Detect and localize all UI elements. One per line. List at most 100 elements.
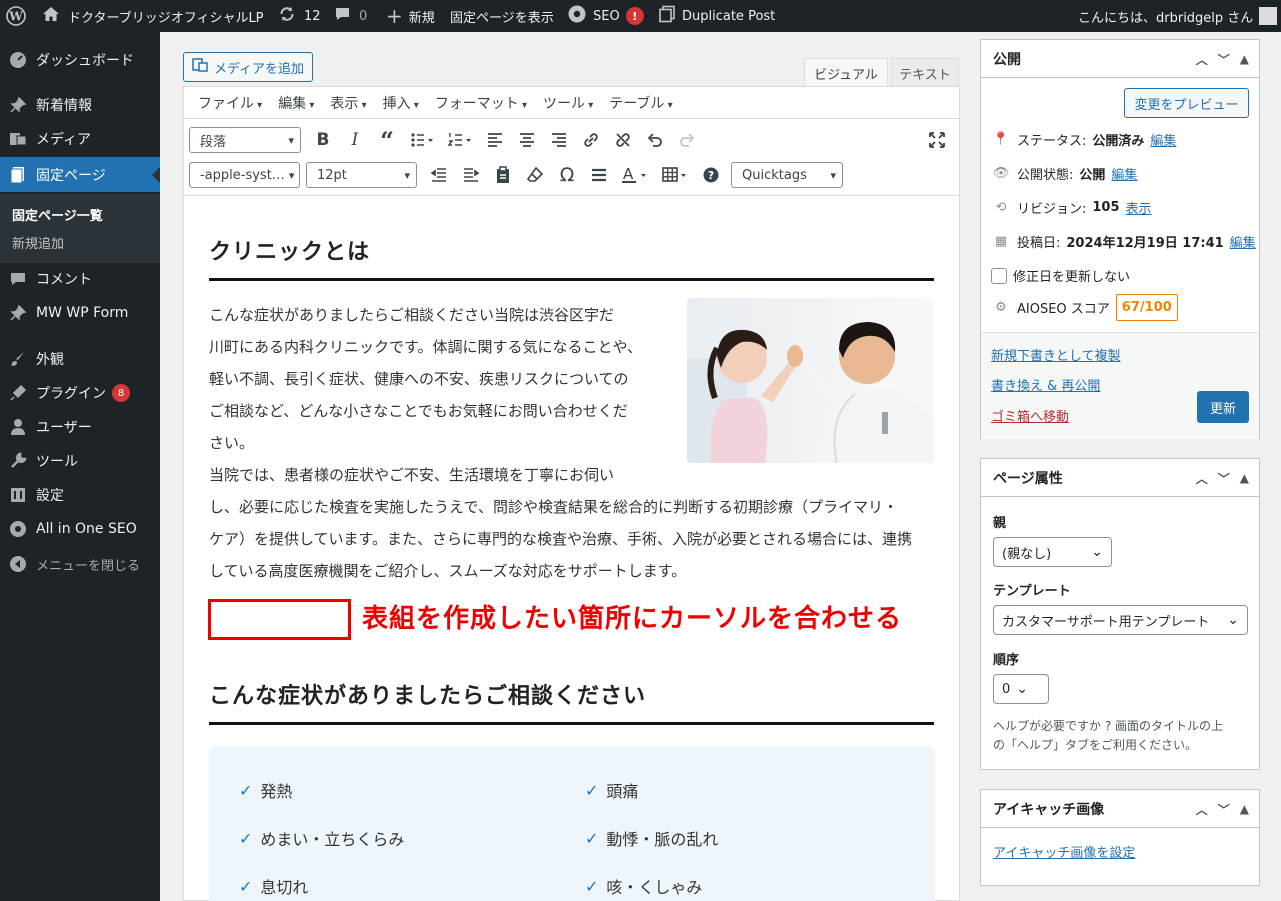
align-center-icon[interactable] xyxy=(511,125,543,155)
set-featured-image-link[interactable]: アイキャッチ画像を設定 xyxy=(993,842,1135,861)
status-value: 公開済み xyxy=(1092,134,1145,149)
page-attributes-header: ページ属性 ︿ ﹀ ▲ xyxy=(981,459,1259,497)
toggle-panel-icon[interactable]: ▲ xyxy=(1240,471,1249,485)
outdent-icon[interactable] xyxy=(423,160,455,190)
sidebar-item-mwwpform[interactable]: MW WP Form xyxy=(0,296,160,330)
menu-tools[interactable]: ツール xyxy=(537,93,599,113)
svg-text:A: A xyxy=(623,166,634,183)
collapse-icon xyxy=(0,555,36,573)
blockquote-icon[interactable]: “ xyxy=(371,125,403,155)
move-to-trash-link[interactable]: ゴミ箱へ移動 xyxy=(991,406,1069,425)
instruction-annotation: 表組を作成したい箇所にカーソルを合わせる xyxy=(362,604,903,634)
align-left-icon[interactable] xyxy=(479,125,511,155)
sidebar-item-news[interactable]: 新着情報 xyxy=(0,88,160,122)
sidebar-item-pages[interactable]: 固定ページ xyxy=(0,157,160,192)
preview-changes-button[interactable]: 変更をプレビュー xyxy=(1124,88,1249,118)
paste-text-icon[interactable] xyxy=(487,160,519,190)
no-update-checkbox[interactable] xyxy=(991,267,1007,284)
menu-view[interactable]: 表示 xyxy=(324,93,372,113)
edit-status-link[interactable]: 編集 xyxy=(1150,130,1176,149)
chevron-up-icon[interactable]: ︿ xyxy=(1196,51,1208,68)
duplicate-post-link[interactable]: Duplicate Post xyxy=(658,0,775,32)
parent-value: (親なし) xyxy=(1002,546,1052,562)
quicktags-select[interactable]: Quicktags xyxy=(731,162,843,188)
chevron-down-icon[interactable]: ﹀ xyxy=(1218,801,1230,818)
menu-file[interactable]: ファイル xyxy=(192,93,268,113)
special-character-icon[interactable]: Ω xyxy=(551,160,583,190)
aioseo-score-badge[interactable]: 67/100 xyxy=(1115,294,1178,321)
sidebar-collapse-menu[interactable]: メニューを閉じる xyxy=(0,547,160,581)
unlink-icon[interactable] xyxy=(607,125,639,155)
submenu-all-pages[interactable]: 固定ページ一覧 xyxy=(12,205,103,224)
site-name-link[interactable]: ドクターブリッジオフィシャルLP xyxy=(42,0,264,32)
add-media-button[interactable]: メディアを追加 xyxy=(183,52,313,82)
copy-new-draft-link[interactable]: 新規下書きとして複製 xyxy=(991,345,1121,364)
toggle-panel-icon[interactable]: ▲ xyxy=(1240,52,1249,66)
menu-table[interactable]: テーブル xyxy=(603,93,678,113)
sidebar-item-dashboard[interactable]: ダッシュボード xyxy=(0,43,160,77)
bullet-list-icon[interactable] xyxy=(403,125,441,155)
chevron-up-icon[interactable]: ︿ xyxy=(1196,470,1208,487)
updates-link[interactable]: 12 xyxy=(278,0,321,32)
menu-edit[interactable]: 編集 xyxy=(272,93,320,113)
comments-link[interactable]: 0 xyxy=(334,0,367,32)
parent-select[interactable]: (親なし) xyxy=(993,537,1112,567)
font-size-select[interactable]: 12pt xyxy=(306,162,417,188)
view-page-label: 固定ページを表示 xyxy=(450,10,554,26)
template-select[interactable]: カスタマーサポート用テンプレート xyxy=(993,605,1248,635)
toggle-panel-icon[interactable]: ▲ xyxy=(1240,802,1249,816)
view-page-link[interactable]: 固定ページを表示 xyxy=(450,0,554,32)
undo-icon[interactable] xyxy=(639,125,671,155)
sidebar-label: コメント xyxy=(36,272,92,288)
sidebar-item-aioseo[interactable]: All in One SEO xyxy=(0,512,160,546)
sidebar-item-media[interactable]: メディア xyxy=(0,122,160,156)
heading-clinic: クリニックとは xyxy=(209,234,934,281)
sidebar-item-settings[interactable]: 設定 xyxy=(0,478,160,512)
format-select[interactable]: 段落 xyxy=(189,127,301,153)
sidebar-item-plugins[interactable]: プラグイン 8 xyxy=(0,376,160,410)
clear-formatting-icon[interactable] xyxy=(519,160,551,190)
table-icon[interactable] xyxy=(655,160,695,190)
edit-date-link[interactable]: 編集 xyxy=(1230,232,1256,251)
new-content-link[interactable]: + 新規 xyxy=(386,0,435,32)
font-family-select[interactable]: -apple-syst… xyxy=(189,162,300,188)
sidebar-item-appearance[interactable]: 外観 xyxy=(0,342,160,376)
order-input[interactable]: 0 xyxy=(993,674,1049,704)
pin-icon xyxy=(0,96,36,114)
my-account-link[interactable]: こんにちは、drbridgelp さん xyxy=(1078,0,1278,32)
menu-insert[interactable]: 挿入 xyxy=(377,93,425,113)
fullscreen-icon[interactable] xyxy=(921,125,953,155)
chevron-down-icon[interactable]: ﹀ xyxy=(1218,470,1230,487)
seo-menu[interactable]: SEO ! xyxy=(567,0,644,32)
check-icon: ✓ xyxy=(239,780,253,800)
page-attributes-title: ページ属性 xyxy=(993,470,1063,487)
tab-visual[interactable]: ビジュアル xyxy=(804,58,888,88)
editor-menubar: ファイル 編集 表示 挿入 フォーマット ツール テーブル xyxy=(184,87,959,119)
submenu-add-new[interactable]: 新規追加 xyxy=(12,233,64,252)
italic-icon[interactable]: I xyxy=(339,125,371,155)
sidebar-item-comments[interactable]: コメント xyxy=(0,262,160,296)
numbered-list-icon[interactable] xyxy=(441,125,479,155)
sidebar-item-users[interactable]: ユーザー xyxy=(0,410,160,444)
editor-content[interactable]: クリニックとは こんな症状がありましたらご相談ください当院は渋谷区宇だ 川町にあ… xyxy=(184,195,959,901)
align-right-icon[interactable] xyxy=(543,125,575,155)
redo-icon[interactable] xyxy=(671,125,703,155)
indent-icon[interactable] xyxy=(455,160,487,190)
wordpress-logo-icon[interactable]: W xyxy=(6,0,28,32)
sidebar-item-tools[interactable]: ツール xyxy=(0,444,160,478)
chevron-down-icon[interactable]: ﹀ xyxy=(1218,51,1230,68)
bold-icon[interactable]: B xyxy=(307,125,339,155)
link-icon[interactable] xyxy=(575,125,607,155)
tab-text[interactable]: テキスト xyxy=(891,58,959,88)
update-button[interactable]: 更新 xyxy=(1197,391,1249,423)
paragraph-line: ご相談など、どんな小さなことでもお気軽にお問い合わせくだ xyxy=(209,402,628,420)
text-color-icon[interactable]: A xyxy=(615,160,655,190)
chevron-up-icon[interactable]: ︿ xyxy=(1196,801,1208,818)
cursor-target-highlight[interactable] xyxy=(208,599,351,640)
edit-visibility-link[interactable]: 編集 xyxy=(1111,164,1137,183)
browse-revisions-link[interactable]: 表示 xyxy=(1126,198,1152,217)
rewrite-republish-link[interactable]: 書き換え & 再公開 xyxy=(991,375,1100,394)
horizontal-line-icon[interactable] xyxy=(583,160,615,190)
help-icon[interactable]: ? xyxy=(695,160,727,190)
menu-format[interactable]: フォーマット xyxy=(429,93,533,113)
